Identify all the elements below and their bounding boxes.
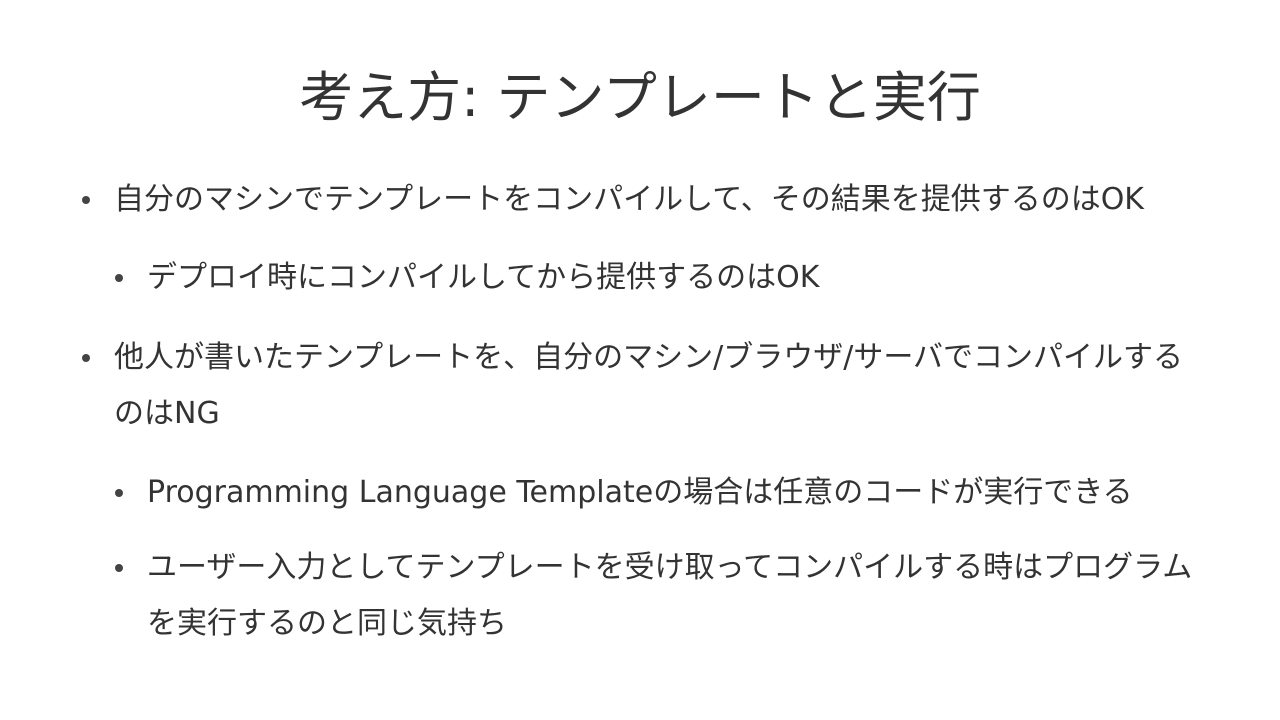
bullet-dot-icon [115,274,123,282]
sub-bullet-item: ユーザー入力としてテンプレートを受け取ってコンパイルする時はプログラムを実行する… [115,540,1197,652]
bullet-dot-icon [82,354,90,362]
sub-bullet-text: デプロイ時にコンパイルしてから提供するのはOK [147,260,820,295]
bullet-text: 他人が書いたテンプレートを、自分のマシン/ブラウザ/サーバでコンパイルするのはN… [114,340,1184,431]
sub-bullet-text: ユーザー入力としてテンプレートを受け取ってコンパイルする時はプログラムを実行する… [147,550,1193,641]
sub-bullet-text: Programming Language Templateの場合は任意のコードが… [147,475,1133,510]
bullet-list: 自分のマシンでテンプレートをコンパイルして、その結果を提供するのはOK デプロイ… [0,0,1280,720]
bullet-dot-icon [115,564,123,572]
bullet-dot-icon [115,489,123,497]
sub-bullet-item: Programming Language Templateの場合は任意のコードが… [115,465,1207,521]
bullet-text: 自分のマシンでテンプレートをコンパイルして、その結果を提供するのはOK [114,182,1144,217]
bullet-dot-icon [82,196,90,204]
slide: 考え方: テンプレートと実行 自分のマシンでテンプレートをコンパイルして、その結… [0,0,1280,720]
bullet-item: 自分のマシンでテンプレートをコンパイルして、その結果を提供するのはOK [82,172,1224,228]
bullet-item: 他人が書いたテンプレートを、自分のマシン/ブラウザ/サーバでコンパイルするのはN… [82,330,1194,442]
sub-bullet-item: デプロイ時にコンパイルしてから提供するのはOK [115,250,1207,306]
